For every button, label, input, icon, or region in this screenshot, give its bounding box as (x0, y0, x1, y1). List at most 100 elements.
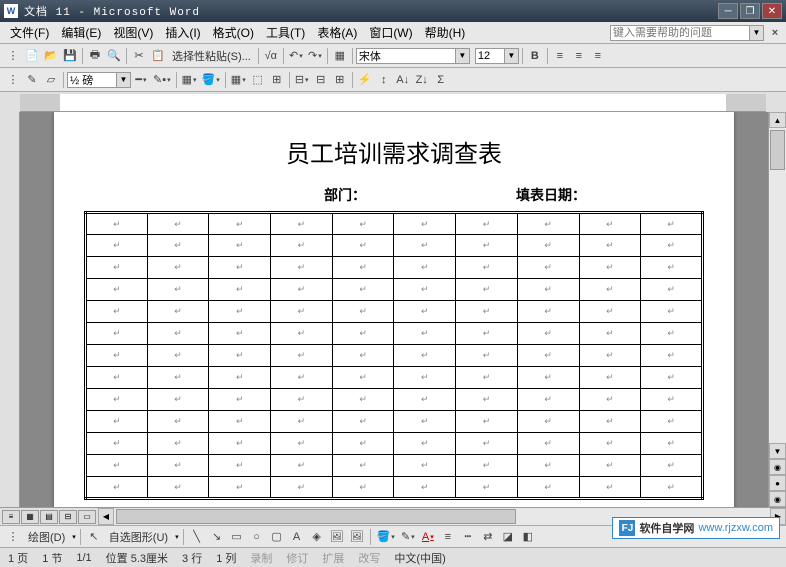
table-cell[interactable]: ↵ (86, 257, 148, 279)
table-cell[interactable]: ↵ (271, 433, 333, 455)
table-cell[interactable]: ↵ (209, 455, 271, 477)
align-left-icon[interactable]: ≡ (551, 47, 569, 65)
table-cell[interactable]: ↵ (579, 389, 641, 411)
line-weight-dropdown[interactable]: ▼ (117, 72, 131, 88)
table-cell[interactable]: ↵ (579, 433, 641, 455)
table-cell[interactable]: ↵ (332, 455, 394, 477)
table-cell[interactable]: ↵ (209, 345, 271, 367)
new-icon[interactable]: 📄 (23, 47, 41, 65)
table-cell[interactable]: ↵ (86, 301, 148, 323)
fill-color-icon[interactable]: 🪣▾ (375, 528, 397, 546)
size-dropdown[interactable]: ▼ (505, 48, 519, 64)
table-cell[interactable]: ↵ (332, 279, 394, 301)
arrow-icon[interactable]: ↘ (208, 528, 226, 546)
size-input[interactable] (475, 48, 505, 64)
table-cell[interactable]: ↵ (641, 411, 703, 433)
table-cell[interactable]: ↵ (86, 235, 148, 257)
table-cell[interactable]: ↵ (86, 345, 148, 367)
table-cell[interactable]: ↵ (394, 411, 456, 433)
table-cell[interactable]: ↵ (579, 213, 641, 235)
text-direction-icon[interactable]: ↕ (375, 71, 393, 89)
table-cell[interactable]: ↵ (147, 235, 209, 257)
table-cell[interactable]: ↵ (579, 367, 641, 389)
menu-file[interactable]: 文件(F) (4, 22, 55, 43)
shading-icon[interactable]: 🪣▾ (200, 71, 222, 89)
open-icon[interactable]: 📂 (42, 47, 60, 65)
table-cell[interactable]: ↵ (209, 367, 271, 389)
table-cell[interactable]: ↵ (641, 213, 703, 235)
table-cell[interactable]: ↵ (456, 477, 518, 499)
scroll-down-button[interactable]: ▼ (769, 443, 786, 459)
align-right-icon[interactable]: ≡ (589, 47, 607, 65)
table-cell[interactable]: ↵ (394, 455, 456, 477)
table-cell[interactable]: ↵ (517, 301, 579, 323)
table-cell[interactable]: ↵ (517, 213, 579, 235)
line-style-icon[interactable]: ━▾ (132, 71, 150, 89)
table-cell[interactable]: ↵ (579, 301, 641, 323)
table-cell[interactable]: ↵ (456, 455, 518, 477)
merge-cells-icon[interactable]: ⬚ (249, 71, 267, 89)
table-cell[interactable]: ↵ (394, 367, 456, 389)
table-cell[interactable]: ↵ (641, 477, 703, 499)
table-cell[interactable]: ↵ (86, 279, 148, 301)
save-icon[interactable]: 💾 (61, 47, 79, 65)
handle-icon[interactable]: ⋮ (4, 71, 22, 89)
copy-icon[interactable]: 📋 (149, 47, 167, 65)
select-icon[interactable]: ↖ (85, 528, 103, 546)
table-cell[interactable]: ↵ (271, 455, 333, 477)
minimize-button[interactable]: ─ (718, 3, 738, 19)
oval-icon[interactable]: ○ (248, 528, 266, 546)
scroll-v-thumb[interactable] (770, 130, 785, 170)
table-cell[interactable]: ↵ (86, 213, 148, 235)
table-cell[interactable]: ↵ (147, 477, 209, 499)
table-cell[interactable]: ↵ (641, 257, 703, 279)
menu-tools[interactable]: 工具(T) (260, 22, 311, 43)
table-cell[interactable]: ↵ (579, 345, 641, 367)
table-cell[interactable]: ↵ (456, 433, 518, 455)
table-cell[interactable]: ↵ (209, 257, 271, 279)
table-cell[interactable]: ↵ (394, 433, 456, 455)
table-cell[interactable]: ↵ (271, 213, 333, 235)
clipart-icon[interactable]: 🖼 (328, 528, 346, 546)
insert-table-icon[interactable]: ▦▾ (229, 71, 248, 89)
distribute-cols-icon[interactable]: ⊞ (331, 71, 349, 89)
table-cell[interactable]: ↵ (456, 323, 518, 345)
table-cell[interactable]: ↵ (517, 455, 579, 477)
table-cell[interactable]: ↵ (209, 389, 271, 411)
table-cell[interactable]: ↵ (641, 433, 703, 455)
arrow-style-icon[interactable]: ⇄ (479, 528, 497, 546)
autoformat-icon[interactable]: ⚡ (356, 71, 374, 89)
table-cell[interactable]: ↵ (332, 477, 394, 499)
table-cell[interactable]: ↵ (86, 455, 148, 477)
table-cell[interactable]: ↵ (86, 433, 148, 455)
table-cell[interactable]: ↵ (209, 235, 271, 257)
font-dropdown[interactable]: ▼ (456, 48, 470, 64)
table-cell[interactable]: ↵ (394, 301, 456, 323)
table-cell[interactable]: ↵ (641, 279, 703, 301)
table-cell[interactable]: ↵ (147, 455, 209, 477)
table-cell[interactable]: ↵ (517, 345, 579, 367)
table-cell[interactable]: ↵ (86, 367, 148, 389)
document-page[interactable]: 员工培训需求调查表 部门： 填表日期： ↵↵↵↵↵↵↵↵↵↵↵↵↵↵↵↵↵↵↵↵… (54, 112, 734, 507)
table-cell[interactable]: ↵ (271, 389, 333, 411)
table-cell[interactable]: ↵ (332, 323, 394, 345)
autoshape-menu[interactable]: 自选图形(U) (105, 529, 172, 545)
rectangle-icon[interactable]: ▭ (228, 528, 246, 546)
table-cell[interactable]: ↵ (641, 345, 703, 367)
eraser-icon[interactable]: ▱ (42, 71, 60, 89)
undo-icon[interactable]: ↶▾ (287, 47, 305, 65)
table-cell[interactable]: ↵ (332, 257, 394, 279)
doc-close-button[interactable]: × (768, 27, 782, 39)
table-cell[interactable]: ↵ (271, 345, 333, 367)
table-cell[interactable]: ↵ (332, 389, 394, 411)
redo-icon[interactable]: ↷▾ (306, 47, 324, 65)
formula-icon[interactable]: √α (262, 47, 280, 65)
help-input[interactable] (610, 25, 750, 41)
horizontal-ruler[interactable] (20, 94, 766, 112)
table-cell[interactable]: ↵ (517, 323, 579, 345)
table-cell[interactable]: ↵ (147, 257, 209, 279)
table-cell[interactable]: ↵ (456, 411, 518, 433)
handle-icon[interactable]: ⋮ (4, 528, 22, 546)
table-cell[interactable]: ↵ (147, 367, 209, 389)
table-cell[interactable]: ↵ (394, 477, 456, 499)
